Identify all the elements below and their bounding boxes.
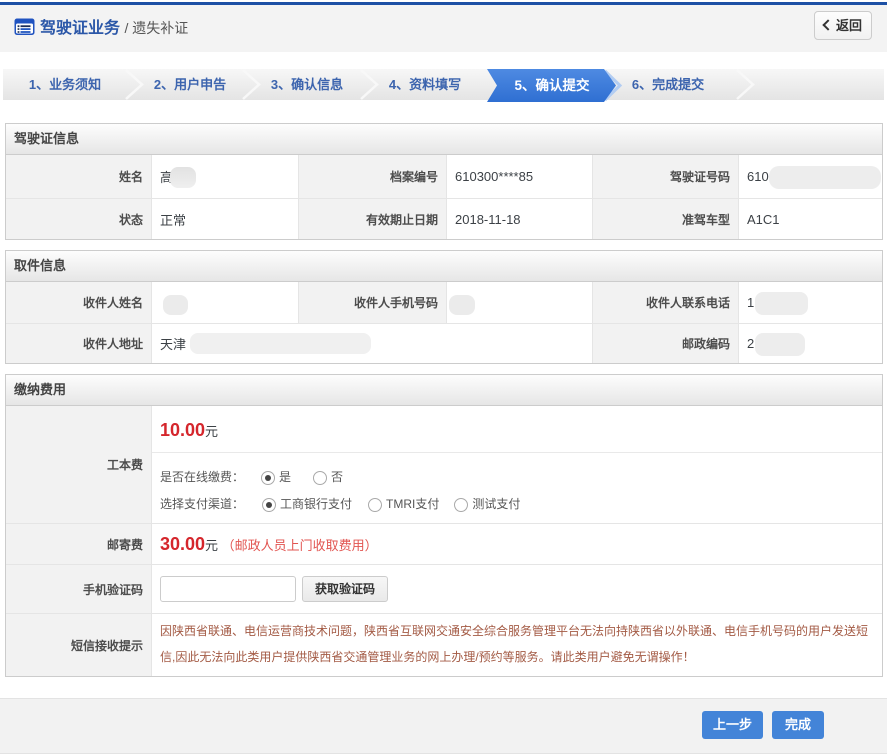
svg-text:4、资料填写: 4、资料填写: [389, 77, 461, 92]
svg-text:6、完成提交: 6、完成提交: [632, 77, 704, 92]
svg-text:3、确认信息: 3、确认信息: [271, 77, 343, 92]
svg-text:2、用户申告: 2、用户申告: [154, 77, 226, 92]
svg-text:5、确认提交: 5、确认提交: [514, 77, 590, 93]
svg-text:1、业务须知: 1、业务须知: [29, 77, 101, 92]
